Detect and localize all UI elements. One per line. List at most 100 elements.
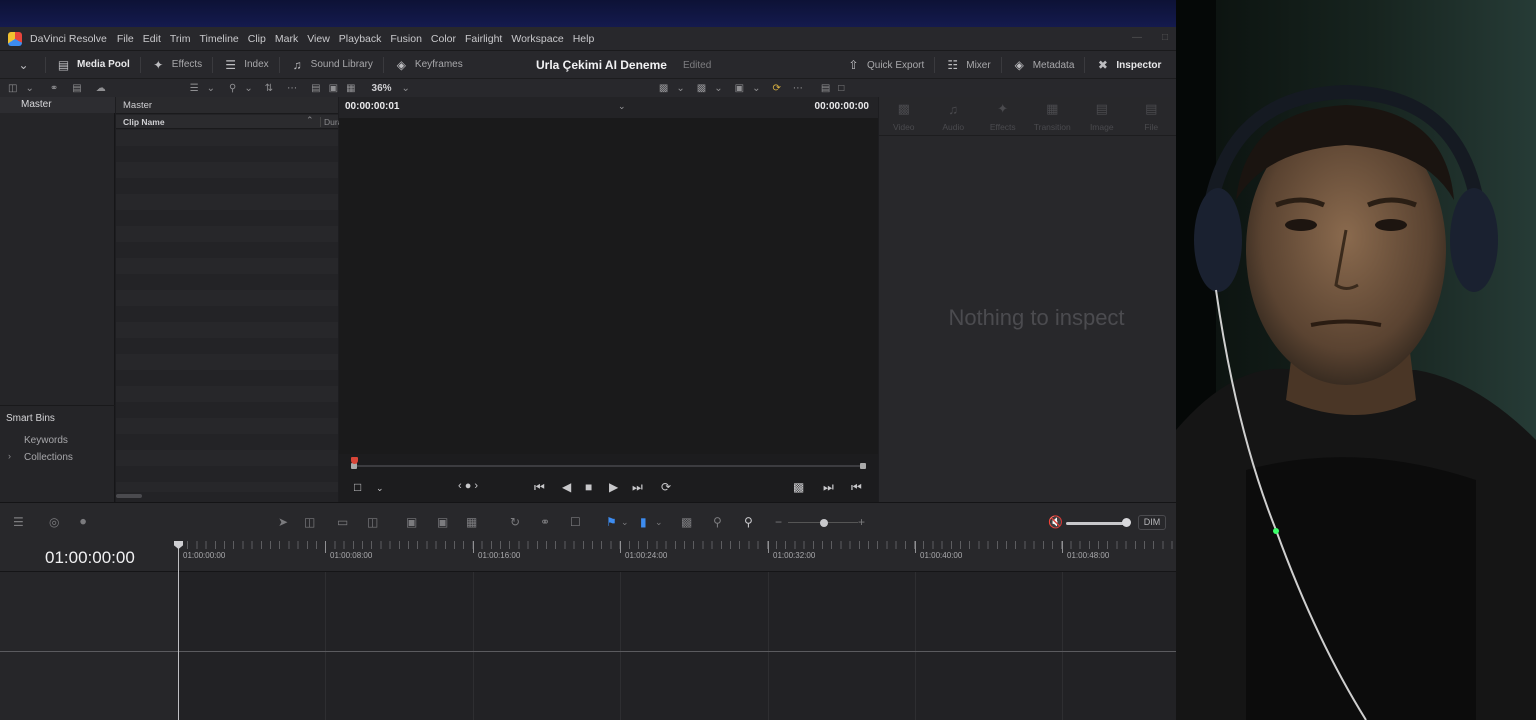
single-viewer-icon[interactable]: ▣: [329, 83, 338, 94]
dynamic-trim-icon[interactable]: ◫: [367, 515, 378, 529]
loop-icon[interactable]: ⟳: [661, 480, 671, 494]
column-clip-name[interactable]: Clip Name: [123, 117, 165, 127]
snapping-icon[interactable]: ↻: [510, 515, 520, 529]
volume-knob[interactable]: [1122, 518, 1131, 527]
chevron-down-icon[interactable]: ⌄: [618, 101, 626, 112]
menu-view[interactable]: View: [307, 33, 330, 45]
zoom-full-icon[interactable]: ▩: [681, 515, 692, 529]
effects-button[interactable]: ✦ Effects: [141, 51, 212, 79]
audio-waveform-icon[interactable]: ◎: [49, 515, 59, 529]
dual-viewer-icon[interactable]: ▦: [346, 83, 355, 94]
viewer-size-icon[interactable]: ▩: [659, 83, 668, 94]
next-frame-icon[interactable]: ⏭: [823, 480, 834, 495]
display-icon[interactable]: ▩: [697, 83, 706, 94]
menu-file[interactable]: File: [117, 33, 134, 45]
overwrite-clip-icon[interactable]: ▣: [437, 515, 448, 529]
zoom-out-icon[interactable]: −: [775, 515, 782, 529]
workspace-dropdown-button[interactable]: ⌄: [0, 51, 45, 79]
menu-timeline[interactable]: Timeline: [199, 33, 238, 45]
viewer-scrubber[interactable]: [354, 465, 864, 467]
microphone-icon[interactable]: ⚫: [78, 515, 88, 529]
link-icon[interactable]: ⚭: [50, 83, 58, 94]
more-options-icon[interactable]: ⋯: [793, 83, 803, 94]
chevron-down-icon[interactable]: ⌄: [402, 83, 410, 94]
chevron-down-icon[interactable]: ⌄: [655, 517, 663, 528]
insert-clip-icon[interactable]: ▣: [406, 515, 417, 529]
selection-tool-icon[interactable]: ➤: [278, 515, 288, 529]
chevron-down-icon[interactable]: ⌄: [752, 83, 760, 94]
zoom-in-icon[interactable]: +: [858, 515, 865, 529]
bin-master[interactable]: Master: [0, 97, 115, 113]
chevron-down-icon[interactable]: ⌄: [207, 83, 215, 94]
zoom-custom-icon[interactable]: ⚲: [744, 515, 753, 529]
inspector-split-icon[interactable]: □: [838, 83, 844, 94]
horizontal-scrollbar[interactable]: [116, 494, 142, 498]
tab-effects[interactable]: ✦ Effects: [978, 97, 1028, 135]
stop-icon[interactable]: ■: [585, 480, 592, 494]
sort-ascending-icon[interactable]: ⌃: [306, 115, 314, 126]
menu-playback[interactable]: Playback: [339, 33, 382, 45]
tab-file[interactable]: ▤ File: [1127, 97, 1177, 135]
caption-icon[interactable]: ▤: [72, 83, 81, 94]
chevron-down-icon[interactable]: ⌄: [714, 83, 722, 94]
viewer-mode-icon[interactable]: ▤: [311, 83, 320, 94]
menu-trim[interactable]: Trim: [170, 33, 191, 45]
dim-button[interactable]: DIM: [1138, 515, 1166, 530]
tab-video[interactable]: ▩ Video: [879, 97, 929, 135]
chevron-down-icon[interactable]: ⌄: [676, 83, 684, 94]
linked-selection-icon[interactable]: ⚭: [540, 515, 550, 529]
lock-icon[interactable]: ☐: [570, 515, 581, 529]
index-button[interactable]: ☰ Index: [213, 51, 278, 79]
menu-fusion[interactable]: Fusion: [390, 33, 422, 45]
previous-frame-icon[interactable]: ⏮: [851, 480, 862, 495]
bin-list-toggle-icon[interactable]: ◫: [8, 83, 17, 94]
mute-speaker-icon[interactable]: 🔇: [1048, 515, 1063, 529]
media-pool-button[interactable]: ▤ Media Pool: [46, 51, 140, 79]
list-view-icon[interactable]: ☰: [190, 83, 199, 94]
flag-icon[interactable]: ⚑: [606, 515, 617, 529]
timeline-options-icon[interactable]: ☰: [13, 515, 24, 529]
minimize-icon[interactable]: —: [1132, 32, 1142, 43]
skip-to-start-icon[interactable]: ⏮: [534, 480, 545, 495]
sort-icon[interactable]: ⇅: [265, 83, 273, 94]
metadata-button[interactable]: ◈ Metadata: [1002, 51, 1085, 79]
volume-slider[interactable]: [1066, 522, 1126, 525]
inspector-button[interactable]: ✖ Inspector: [1085, 51, 1171, 79]
smart-bin-keywords[interactable]: Keywords: [24, 435, 68, 446]
smart-bin-collections[interactable]: Collections: [24, 452, 73, 463]
menu-app-name[interactable]: DaVinci Resolve: [30, 33, 107, 45]
keyframes-button[interactable]: ◈ Keyframes: [384, 51, 473, 79]
transform-icon[interactable]: ▣: [735, 83, 744, 94]
chevron-down-icon[interactable]: ⌄: [621, 517, 629, 528]
menu-fairlight[interactable]: Fairlight: [465, 33, 502, 45]
safe-area-icon[interactable]: □: [354, 480, 361, 494]
chevron-down-icon[interactable]: ⌄: [25, 83, 33, 94]
more-options-icon[interactable]: ⋯: [287, 83, 297, 94]
match-frame-icon[interactable]: ▩: [793, 480, 804, 494]
timeline-zoom-knob[interactable]: [820, 519, 828, 527]
jog-control-icon[interactable]: ‹ ● ›: [458, 480, 478, 492]
skip-to-end-icon[interactable]: ⏭: [632, 480, 643, 495]
replace-clip-icon[interactable]: ▦: [466, 515, 477, 529]
menu-mark[interactable]: Mark: [275, 33, 298, 45]
clip-list-empty-rows[interactable]: [116, 130, 338, 492]
color-wheel-icon[interactable]: ⟳: [772, 83, 780, 94]
chevron-down-icon[interactable]: ⌄: [244, 83, 252, 94]
blade-tool-icon[interactable]: ▭: [337, 515, 348, 529]
timeline-ruler[interactable]: 01:00:00:00 01:00:08:00 01:00:16:00 01:0…: [178, 541, 1176, 572]
tab-audio[interactable]: ♫ Audio: [929, 97, 979, 135]
menu-color[interactable]: Color: [431, 33, 456, 45]
viewer-zoom[interactable]: 36%: [372, 83, 392, 94]
menu-clip[interactable]: Clip: [248, 33, 266, 45]
menu-edit[interactable]: Edit: [143, 33, 161, 45]
trim-tool-icon[interactable]: ◫: [304, 515, 315, 529]
inspector-layout-icon[interactable]: ▤: [821, 83, 830, 94]
search-icon[interactable]: ⚲: [229, 83, 236, 94]
timeline-playhead[interactable]: [178, 541, 179, 720]
tab-transition[interactable]: ▦ Transition: [1028, 97, 1078, 135]
play-icon[interactable]: ▶: [609, 480, 618, 494]
sound-library-button[interactable]: ♫ Sound Library: [280, 51, 383, 79]
quick-export-button[interactable]: ⇧ Quick Export: [836, 51, 934, 79]
menu-help[interactable]: Help: [573, 33, 595, 45]
marker-icon[interactable]: ▮: [640, 515, 647, 529]
